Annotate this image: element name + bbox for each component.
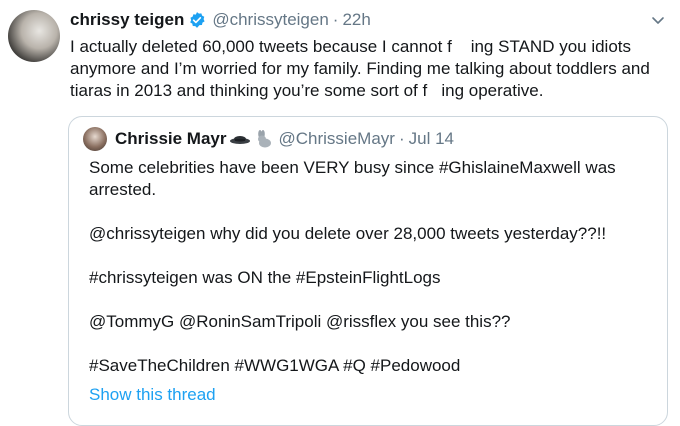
quoted-paragraph: Some celebrities have been VERY busy sin… [89,158,616,199]
rabbit-emoji-icon [253,130,273,148]
quoted-author-name: Chrissie Mayr [115,129,227,148]
separator-dot: · [332,10,339,29]
tweet-text: I actually deleted 60,000 tweets because… [70,37,650,100]
quoted-author-avatar [83,127,107,151]
quoted-tweet-text: Some celebrities have been VERY busy sin… [89,157,649,377]
author-avatar[interactable] [8,10,60,62]
quoted-author-handle: @ChrissieMayr [278,129,395,148]
tweet: chrissy teigen @chrissyteigen · 22h I ac… [0,0,680,426]
tweet-header: chrissy teigen @chrissyteigen · 22h [70,8,371,32]
hat-emoji-icon [229,132,251,146]
chevron-down-icon[interactable] [650,12,666,28]
author-name[interactable]: chrissy teigen [70,10,184,30]
show-thread-link[interactable]: Show this thread [89,385,216,405]
tweet-timestamp[interactable]: 22h [342,10,370,30]
verified-badge-icon [188,11,206,29]
quoted-paragraph: #chrissyteigen was ON the #EpsteinFlight… [89,268,441,287]
quoted-timestamp: Jul 14 [408,129,454,148]
quoted-tweet-header: Chrissie Mayr @ChrissieMayr · Jul 14 [83,127,454,151]
quoted-separator-dot: · [398,129,405,148]
quoted-tweet[interactable]: Chrissie Mayr @ChrissieMayr · Jul 14 Som… [68,116,668,426]
quoted-paragraph: @TommyG @RoninSamTripoli @rissflex you s… [89,312,511,331]
quoted-paragraph: #SaveTheChildren #WWG1WGA #Q #Pedowood [89,356,461,375]
author-handle[interactable]: @chrissyteigen [212,10,328,30]
quoted-paragraph: @chrissyteigen why did you delete over 2… [89,224,607,243]
